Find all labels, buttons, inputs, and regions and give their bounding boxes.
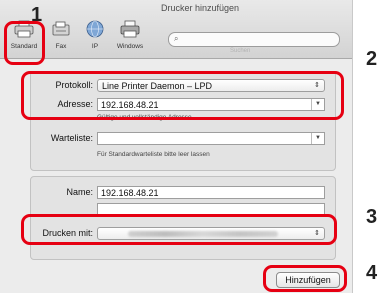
windows-printer-icon [120, 20, 140, 38]
search-icon: ⌕ [174, 34, 179, 43]
fax-icon [52, 21, 70, 36]
globe-icon [86, 20, 104, 38]
toolbar-windows-button[interactable]: Windows [113, 14, 147, 56]
callout-step-1 [4, 21, 45, 65]
page: Drucker hinzufügen Standard Fax IP Windo… [0, 0, 390, 293]
step-number-2: 2 [366, 48, 378, 70]
toolbar: Drucker hinzufügen Standard Fax IP Windo… [0, 0, 352, 59]
step-number-3: 3 [366, 206, 378, 228]
search-input[interactable]: ⌕ [168, 32, 340, 47]
callout-step-4 [263, 265, 347, 292]
search-caption: Suchen [230, 48, 251, 54]
callout-step-2 [21, 71, 344, 120]
chevron-down-icon[interactable]: ▼ [311, 133, 324, 144]
queue-hint: Für Standardwarteliste bitte leer lassen [97, 151, 210, 158]
queue-field[interactable]: ▼ [97, 132, 325, 145]
toolbar-fax-label: Fax [55, 43, 67, 50]
toolbar-fax-button[interactable]: Fax [44, 14, 78, 56]
queue-label: Warteliste: [50, 133, 93, 143]
name-field[interactable]: 192.168.48.21 [97, 186, 325, 199]
name-label: Name: [66, 187, 93, 197]
add-printer-window: Drucker hinzufügen Standard Fax IP Windo… [0, 0, 353, 293]
toolbar-windows-label: Windows [116, 43, 144, 50]
callout-step-3 [21, 214, 337, 245]
toolbar-ip-label: IP [91, 43, 99, 50]
step-number-1: 1 [31, 4, 43, 26]
window-title: Drucker hinzufügen [160, 3, 240, 13]
name-value: 192.168.48.21 [101, 188, 159, 198]
step-number-4: 4 [366, 262, 378, 284]
toolbar-ip-button[interactable]: IP [78, 14, 112, 56]
